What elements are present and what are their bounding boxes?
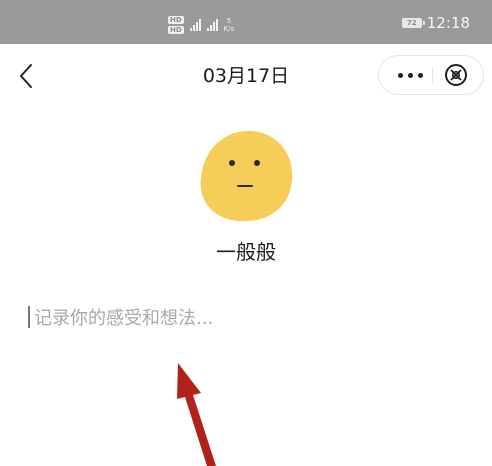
status-time: 12:18 [426, 14, 470, 32]
network-speed-value: 5 [226, 17, 232, 25]
network-speed-unit: K/s [223, 25, 235, 33]
hd-badge-bottom: HD [168, 26, 184, 34]
neutral-face-icon[interactable] [195, 125, 297, 227]
text-caret [28, 306, 30, 328]
close-button[interactable] [441, 62, 471, 88]
status-bar: HD HD 5 K/s 72 12:18 [0, 0, 492, 44]
network-indicators: HD HD 5 K/s [168, 14, 234, 36]
hd-badges: HD HD [168, 16, 184, 34]
hd-badge-top: HD [168, 16, 184, 24]
signal-icon-2 [206, 19, 218, 31]
annotation-arrow [177, 363, 216, 466]
note-placeholder: 记录你的感受和想法... [34, 308, 214, 329]
close-circle-icon [445, 64, 467, 86]
more-button[interactable] [389, 62, 431, 88]
network-speed: 5 K/s [224, 17, 235, 33]
status-right: 72 12:18 [401, 12, 470, 34]
mood-label: 一般般 [216, 240, 276, 264]
mini-program-capsule [378, 55, 484, 95]
note-input[interactable]: 记录你的感受和想法... [28, 302, 458, 332]
signal-icon [189, 19, 201, 31]
capsule-divider [432, 67, 433, 83]
battery-icon: 72 [401, 18, 425, 28]
more-dots-icon [397, 72, 403, 78]
